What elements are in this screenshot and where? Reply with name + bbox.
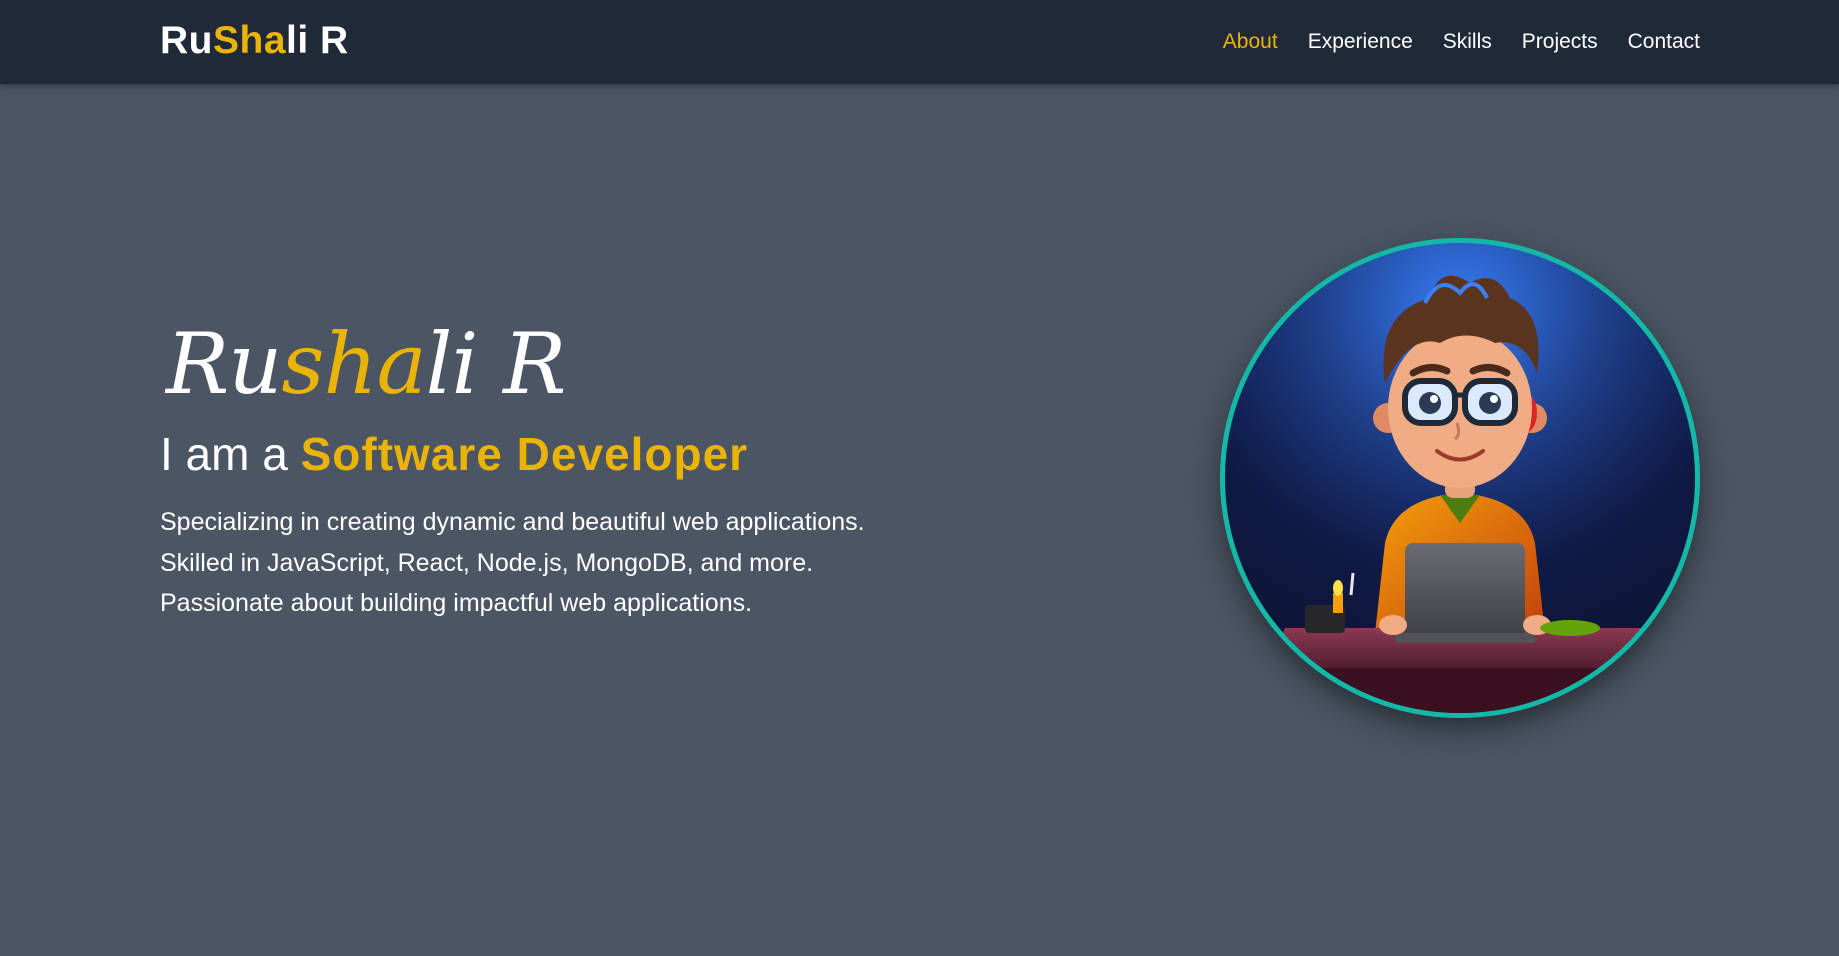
hero-script-name: Rushali R	[166, 318, 960, 410]
description-line: Specializing in creating dynamic and bea…	[160, 508, 865, 536]
nav-link-skills[interactable]: Skills	[1443, 30, 1492, 54]
nav-link-experience[interactable]: Experience	[1308, 30, 1413, 54]
script-name-part3: li R	[425, 315, 567, 413]
hero-headline: I am a Software Developer	[160, 428, 960, 480]
script-name-part1: Ru	[166, 315, 282, 413]
headline-role: Software Developer	[300, 428, 749, 480]
brand-text-part1: Ru	[160, 19, 213, 62]
top-navbar: RuShali R About Experience Skills Projec…	[0, 0, 1839, 84]
brand-text-part3: li R	[286, 19, 349, 62]
developer-avatar-icon	[1225, 243, 1695, 713]
description-line: Skilled in JavaScript, React, Node.js, M…	[160, 548, 814, 577]
nav-link-contact[interactable]: Contact	[1628, 30, 1700, 54]
brand-text-highlight: Sha	[213, 19, 287, 62]
script-name-highlight: sha	[281, 315, 426, 413]
brand-logo[interactable]: RuShali R	[160, 19, 349, 63]
nav-link-about[interactable]: About	[1223, 30, 1278, 54]
profile-avatar	[1220, 238, 1700, 718]
hero-description: Specializing in creating dynamic and bea…	[160, 502, 960, 624]
nav-link-projects[interactable]: Projects	[1522, 30, 1598, 54]
hero-section: Rushali R I am a Software Developer Spec…	[160, 318, 960, 624]
nav-links: About Experience Skills Projects Contact	[1223, 0, 1700, 84]
description-line: Passionate about building impactful web …	[160, 589, 753, 617]
headline-prefix: I am a	[160, 428, 301, 480]
